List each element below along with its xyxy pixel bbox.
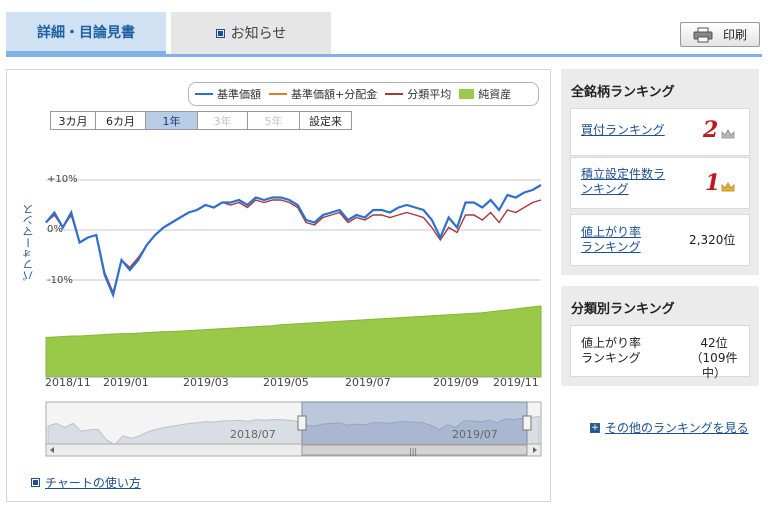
legend-item[interactable]: 分類平均 [385,86,451,102]
legend-label: 分類平均 [407,88,452,101]
x-tick-label: 2019/03 [183,376,229,389]
period-button[interactable]: 設定来 [300,111,352,130]
category-ranking-label: 値上がり率 ランキング [581,336,641,366]
value-line: 42位 [700,336,728,350]
printer-icon [693,27,713,42]
period-button[interactable]: 3カ月 [50,111,96,130]
y-tick-label: -10% [47,275,73,286]
series-line-category-avg [45,199,542,295]
chart-legend: 基準価額 基準価額+分配金 分類平均 純資産 [188,82,539,106]
legend-label: 純資産 [478,88,512,101]
chart-panel: ||| 基準価額 基準価額+分配金 分類平均 純資産 3カ月 6カ月 1年 3年 5年 設定来 … [6,69,551,502]
y-axis-label: パフォーマンス [22,204,35,282]
period-button[interactable]: 5年 [248,111,300,130]
legend-label: 基準価額+分配金 [291,88,378,101]
price-rise-ranking-link[interactable]: 値上がり率 ランキング [581,225,641,255]
legend-swatch [385,93,404,95]
label-line: ランキング [581,351,641,365]
period-button[interactable]: 3年 [198,111,248,130]
legend-swatch [195,93,213,95]
y-tick-label: +10% [47,174,78,185]
label-line: 値上がり率 [581,225,642,239]
print-label: 印刷 [722,28,747,42]
navigator-tick-label: 2019/07 [452,428,498,441]
label-line: 値上がり率 [581,336,642,350]
value-line: （109件中） [690,351,738,380]
legend-label: 基準価額 [217,88,261,101]
tab-details[interactable]: 詳細・目論見書 [6,12,166,54]
series-line-nav [45,184,542,299]
external-window-icon [215,28,225,38]
print-button[interactable]: 印刷 [680,22,760,47]
legend-item[interactable]: 純資産 [459,86,511,102]
x-tick-label: 2019/07 [345,376,391,389]
legend-swatch [269,93,287,95]
navigator-handle-left [297,415,307,431]
ranking-card-purchase: 買付ランキング 2 [570,108,750,156]
ranking-card-installment: 積立設定件数ランキング 1 [570,157,750,209]
x-tick-label: 2019/01 [103,376,149,389]
chart-help-label: チャートの使い方 [45,476,141,490]
more-rankings-label: その他のランキングを見る [605,421,749,435]
category-ranking-panel: 分類別ランキング 値上がり率 ランキング 42位 （109件中） [561,286,759,386]
legend-item[interactable]: 基準価額+分配金 [269,86,377,102]
category-rank-value: 42位 （109件中） [683,336,745,381]
purchase-ranking-link[interactable]: 買付ランキング [581,123,665,138]
rank-number: 2 [703,117,719,143]
period-button[interactable]: 6カ月 [96,111,146,130]
period-selector: 3カ月 6カ月 1年 3年 5年 設定来 [50,111,352,130]
tab-underline [6,54,762,57]
net-assets-area [45,305,542,378]
overall-ranking-title: 全銘柄ランキング [571,85,675,100]
navigator-handle-right [522,415,532,431]
y-tick-label: 0% [47,224,63,235]
label-line: ランキング [581,240,641,254]
x-tick-label: 2018/11 [45,376,91,389]
installment-ranking-link[interactable]: 積立設定件数ランキング [581,167,666,197]
legend-swatch [459,89,475,99]
overall-ranking-panel: 全銘柄ランキング 買付ランキング 2 積立設定件数ランキング 1 値上がり率 ラ… [561,69,759,275]
external-window-icon [31,478,40,487]
scrollbar-grip: ||| [409,447,417,456]
x-tick-label: 2019/11 [493,376,539,389]
rank-value: 2,320位 [689,233,736,247]
ranking-card-price-rise: 値上がり率 ランキング 2,320位 [570,214,750,266]
more-rankings-link[interactable]: + その他のランキングを見る [590,419,749,436]
tab-news-label: お知らせ [230,26,287,42]
crown-icon [721,182,735,192]
x-tick-label: 2019/05 [263,376,309,389]
rank-number: 1 [705,170,721,196]
period-button[interactable]: 1年 [146,111,198,130]
navigator-tick-label: 2018/07 [230,428,276,441]
legend-item[interactable]: 基準価額 [195,86,261,102]
tab-news[interactable]: お知らせ [171,12,331,54]
ranking-card-category: 値上がり率 ランキング 42位 （109件中） [570,325,750,380]
plus-icon: + [590,422,600,433]
crown-icon [721,129,735,139]
category-ranking-title: 分類別ランキング [571,302,675,317]
x-tick-label: 2019/09 [433,376,479,389]
chart-help-link[interactable]: チャートの使い方 [31,474,141,491]
